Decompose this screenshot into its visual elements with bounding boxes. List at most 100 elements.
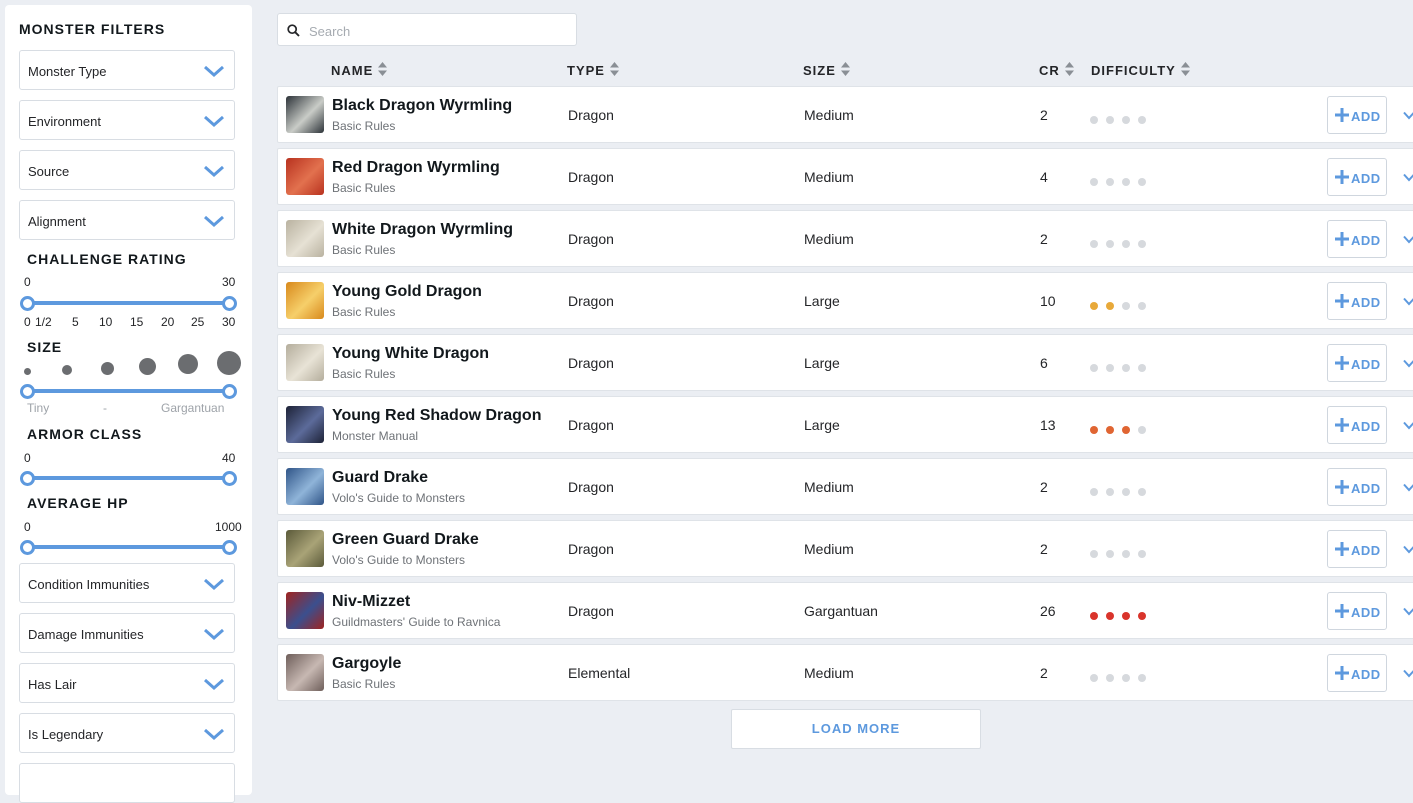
cr-max-handle[interactable] [222, 296, 237, 311]
difficulty-dot [1138, 178, 1146, 186]
is-legendary-dropdown[interactable]: Is Legendary [19, 713, 235, 753]
column-header-name[interactable]: NAME [331, 62, 388, 78]
monster-source: Basic Rules [332, 677, 396, 691]
size-title: SIZE [27, 339, 63, 355]
ac-slider-track[interactable] [27, 476, 230, 480]
monster-size: Medium [804, 231, 854, 247]
add-monster-button[interactable]: ADD [1327, 158, 1387, 196]
hp-max-handle[interactable] [222, 540, 237, 555]
condition-immunities-dropdown[interactable]: Condition Immunities [19, 563, 235, 603]
add-monster-button[interactable]: ADD [1327, 654, 1387, 692]
monster-thumbnail [286, 468, 324, 505]
ac-max-handle[interactable] [222, 471, 237, 486]
column-header-type[interactable]: TYPE [567, 62, 619, 78]
monster-size: Large [804, 417, 840, 433]
search-box[interactable] [277, 13, 577, 46]
chevron-down-icon[interactable] [1403, 111, 1413, 120]
difficulty-dot [1106, 240, 1114, 248]
monster-name[interactable]: Black Dragon Wyrmling [332, 97, 512, 115]
chevron-down-icon[interactable] [1403, 173, 1413, 182]
add-monster-button[interactable]: ADD [1327, 96, 1387, 134]
monster-row[interactable]: Black Dragon Wyrmling Basic Rules Dragon Me… [277, 86, 1413, 143]
monster-row[interactable]: Young White Dragon Basic Rules Dragon Large… [277, 334, 1413, 391]
column-header-difficulty[interactable]: DIFFICULTY [1091, 62, 1190, 78]
add-monster-button[interactable]: ADD [1327, 220, 1387, 258]
difficulty-dot [1106, 612, 1114, 620]
difficulty-dot [1122, 674, 1130, 682]
monster-name[interactable]: White Dragon Wyrmling [332, 221, 513, 239]
hp-min-handle[interactable] [20, 540, 35, 555]
monster-row[interactable]: Guard Drake Volo's Guide to Monsters Drago… [277, 458, 1413, 515]
load-more-button[interactable]: LOAD MORE [731, 709, 981, 749]
add-label: ADD [1351, 481, 1381, 496]
chevron-down-icon[interactable] [1403, 607, 1413, 616]
difficulty-dot [1090, 178, 1098, 186]
monster-cr: 13 [1040, 417, 1056, 433]
environment-dropdown[interactable]: Environment [19, 100, 235, 140]
column-header-cr[interactable]: CR [1039, 62, 1074, 78]
chevron-down-icon[interactable] [1403, 669, 1413, 678]
column-header-size[interactable]: SIZE [803, 62, 850, 78]
chevron-down-icon[interactable] [1403, 545, 1413, 554]
monster-row[interactable]: Gargoyle Basic Rules Elemental Medium 2 ADD [277, 644, 1413, 701]
alignment-dropdown[interactable]: Alignment [19, 200, 235, 240]
monster-cr: 2 [1040, 107, 1048, 123]
monster-name[interactable]: Gargoyle [332, 655, 401, 673]
difficulty-dot [1138, 488, 1146, 496]
monster-row[interactable]: Young Gold Dragon Basic Rules Dragon Large 1… [277, 272, 1413, 329]
size-slider-track[interactable] [27, 389, 230, 393]
size-max-handle[interactable] [222, 384, 237, 399]
plus-icon [1335, 108, 1349, 122]
chevron-down-icon[interactable] [1403, 235, 1413, 244]
monster-row[interactable]: Red Dragon Wyrmling Basic Rules Dragon Medi… [277, 148, 1413, 205]
damage-immunities-dropdown[interactable]: Damage Immunities [19, 613, 235, 653]
search-input[interactable] [307, 21, 571, 41]
difficulty-dot [1106, 674, 1114, 682]
add-monster-button[interactable]: ADD [1327, 282, 1387, 320]
cr-tick: 1/2 [35, 315, 52, 329]
more-filters-dropdown[interactable] [19, 763, 235, 803]
chevron-down-icon[interactable] [1403, 359, 1413, 368]
difficulty-dot [1106, 302, 1114, 310]
add-monster-button[interactable]: ADD [1327, 344, 1387, 382]
size-min-handle[interactable] [20, 384, 35, 399]
monster-name[interactable]: Young White Dragon [332, 345, 489, 363]
monster-row[interactable]: Young Red Shadow Dragon Monster Manual Dra… [277, 396, 1413, 453]
monster-row[interactable]: Niv-Mizzet Guildmasters' Guide to Ravnica… [277, 582, 1413, 639]
monster-row[interactable]: White Dragon Wyrmling Basic Rules Dragon Me… [277, 210, 1413, 267]
chevron-down-icon[interactable] [1403, 483, 1413, 492]
sort-icon [1064, 62, 1074, 76]
hp-slider-track[interactable] [27, 545, 230, 549]
column-header-label: SIZE [803, 63, 836, 78]
add-monster-button[interactable]: ADD [1327, 406, 1387, 444]
monster-row[interactable]: Green Guard Drake Volo's Guide to Monster… [277, 520, 1413, 577]
add-monster-button[interactable]: ADD [1327, 468, 1387, 506]
ac-min-handle[interactable] [20, 471, 35, 486]
cr-min-handle[interactable] [20, 296, 35, 311]
chevron-down-icon[interactable] [1403, 297, 1413, 306]
challenge-rating-title: CHALLENGE RATING [27, 251, 187, 267]
monster-name[interactable]: Red Dragon Wyrmling [332, 159, 500, 177]
chevron-down-icon[interactable] [1403, 421, 1413, 430]
cr-tick: 25 [191, 315, 205, 329]
difficulty-dot [1122, 550, 1130, 558]
monster-size: Medium [804, 541, 854, 557]
monster-cr: 2 [1040, 479, 1048, 495]
monster-name[interactable]: Green Guard Drake [332, 531, 479, 549]
add-monster-button[interactable]: ADD [1327, 530, 1387, 568]
monster-source: Basic Rules [332, 243, 396, 257]
add-monster-button[interactable]: ADD [1327, 592, 1387, 630]
difficulty-dot [1090, 674, 1098, 682]
monster-type: Elemental [568, 665, 631, 681]
source-dropdown[interactable]: Source [19, 150, 235, 190]
has-lair-dropdown[interactable]: Has Lair [19, 663, 235, 703]
monster-size: Gargantuan [804, 603, 878, 619]
monster-name[interactable]: Young Red Shadow Dragon [332, 407, 541, 425]
difficulty-dot [1138, 364, 1146, 372]
monster-name[interactable]: Niv-Mizzet [332, 593, 410, 611]
monster-type-dropdown[interactable]: Monster Type [19, 50, 235, 90]
monster-name[interactable]: Guard Drake [332, 469, 428, 487]
monster-type: Dragon [568, 293, 614, 309]
monster-name[interactable]: Young Gold Dragon [332, 283, 482, 301]
cr-slider-track[interactable] [27, 301, 230, 305]
